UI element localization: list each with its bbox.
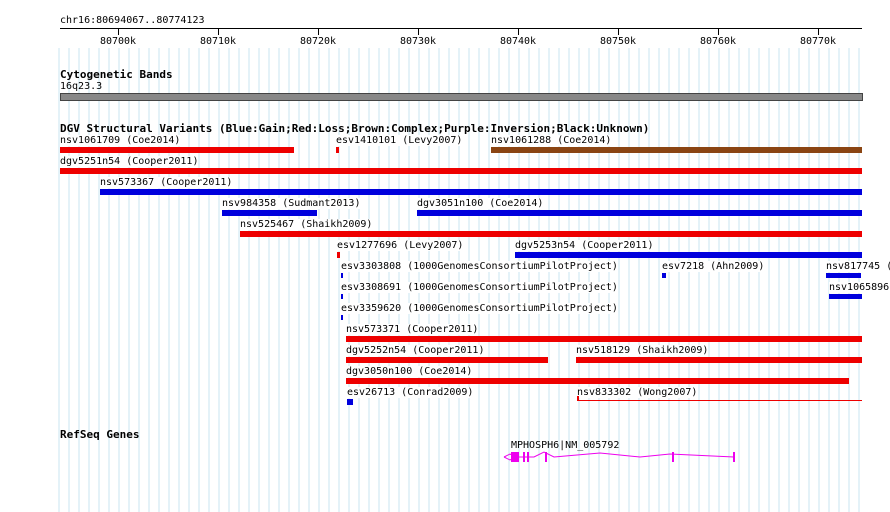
gene-intron-line xyxy=(516,451,735,458)
gene-exon xyxy=(511,452,519,462)
gene-exon xyxy=(733,452,735,462)
gene-model[interactable] xyxy=(0,0,890,512)
gene-exon xyxy=(672,452,674,462)
gene-exon xyxy=(523,452,525,462)
gene-exon xyxy=(527,452,529,462)
gene-exon xyxy=(545,452,547,462)
